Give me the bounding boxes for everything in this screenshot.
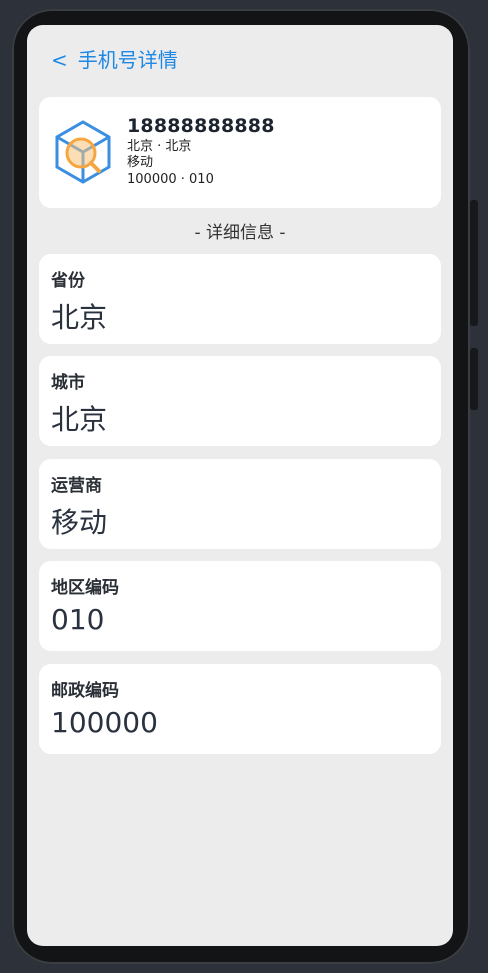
field-card-postal-code: 邮政编码 100000 (39, 664, 441, 754)
phone-lookup-logo-icon (55, 120, 111, 184)
field-value: 移动 (51, 506, 108, 539)
back-button[interactable]: < 手机号详情 (51, 47, 178, 73)
back-chevron-icon: < (51, 48, 68, 72)
field-card-area-code: 地区编码 010 (39, 561, 441, 651)
power-button (470, 348, 478, 410)
codes-text: 100000 · 010 (127, 172, 214, 187)
field-card-carrier: 运营商 移动 (39, 459, 441, 549)
nav-header: < 手机号详情 (27, 25, 453, 95)
field-value: 100000 (51, 706, 158, 739)
field-card-city: 城市 北京 (39, 356, 441, 446)
field-label: 运营商 (51, 476, 102, 496)
location-text: 北京 · 北京 (127, 139, 192, 154)
volume-button (470, 200, 478, 326)
field-label: 邮政编码 (51, 681, 119, 701)
field-card-province: 省份 北京 (39, 254, 441, 344)
field-value: 北京 (51, 403, 108, 436)
number-summary-card: 18888888888 北京 · 北京 移动 100000 · 010 (39, 97, 441, 208)
carrier-text: 移动 (127, 155, 154, 170)
phone-number: 18888888888 (127, 115, 275, 137)
section-title: - 详细信息 - (194, 223, 286, 243)
field-label: 地区编码 (51, 578, 119, 598)
field-value: 010 (51, 603, 105, 636)
app-screen: < 手机号详情 18888888888 北京 · 北京 移动 100000 · … (27, 25, 453, 946)
page-title: 手机号详情 (77, 48, 178, 72)
field-label: 省份 (51, 271, 85, 291)
field-label: 城市 (51, 373, 85, 393)
field-value: 北京 (51, 301, 108, 334)
